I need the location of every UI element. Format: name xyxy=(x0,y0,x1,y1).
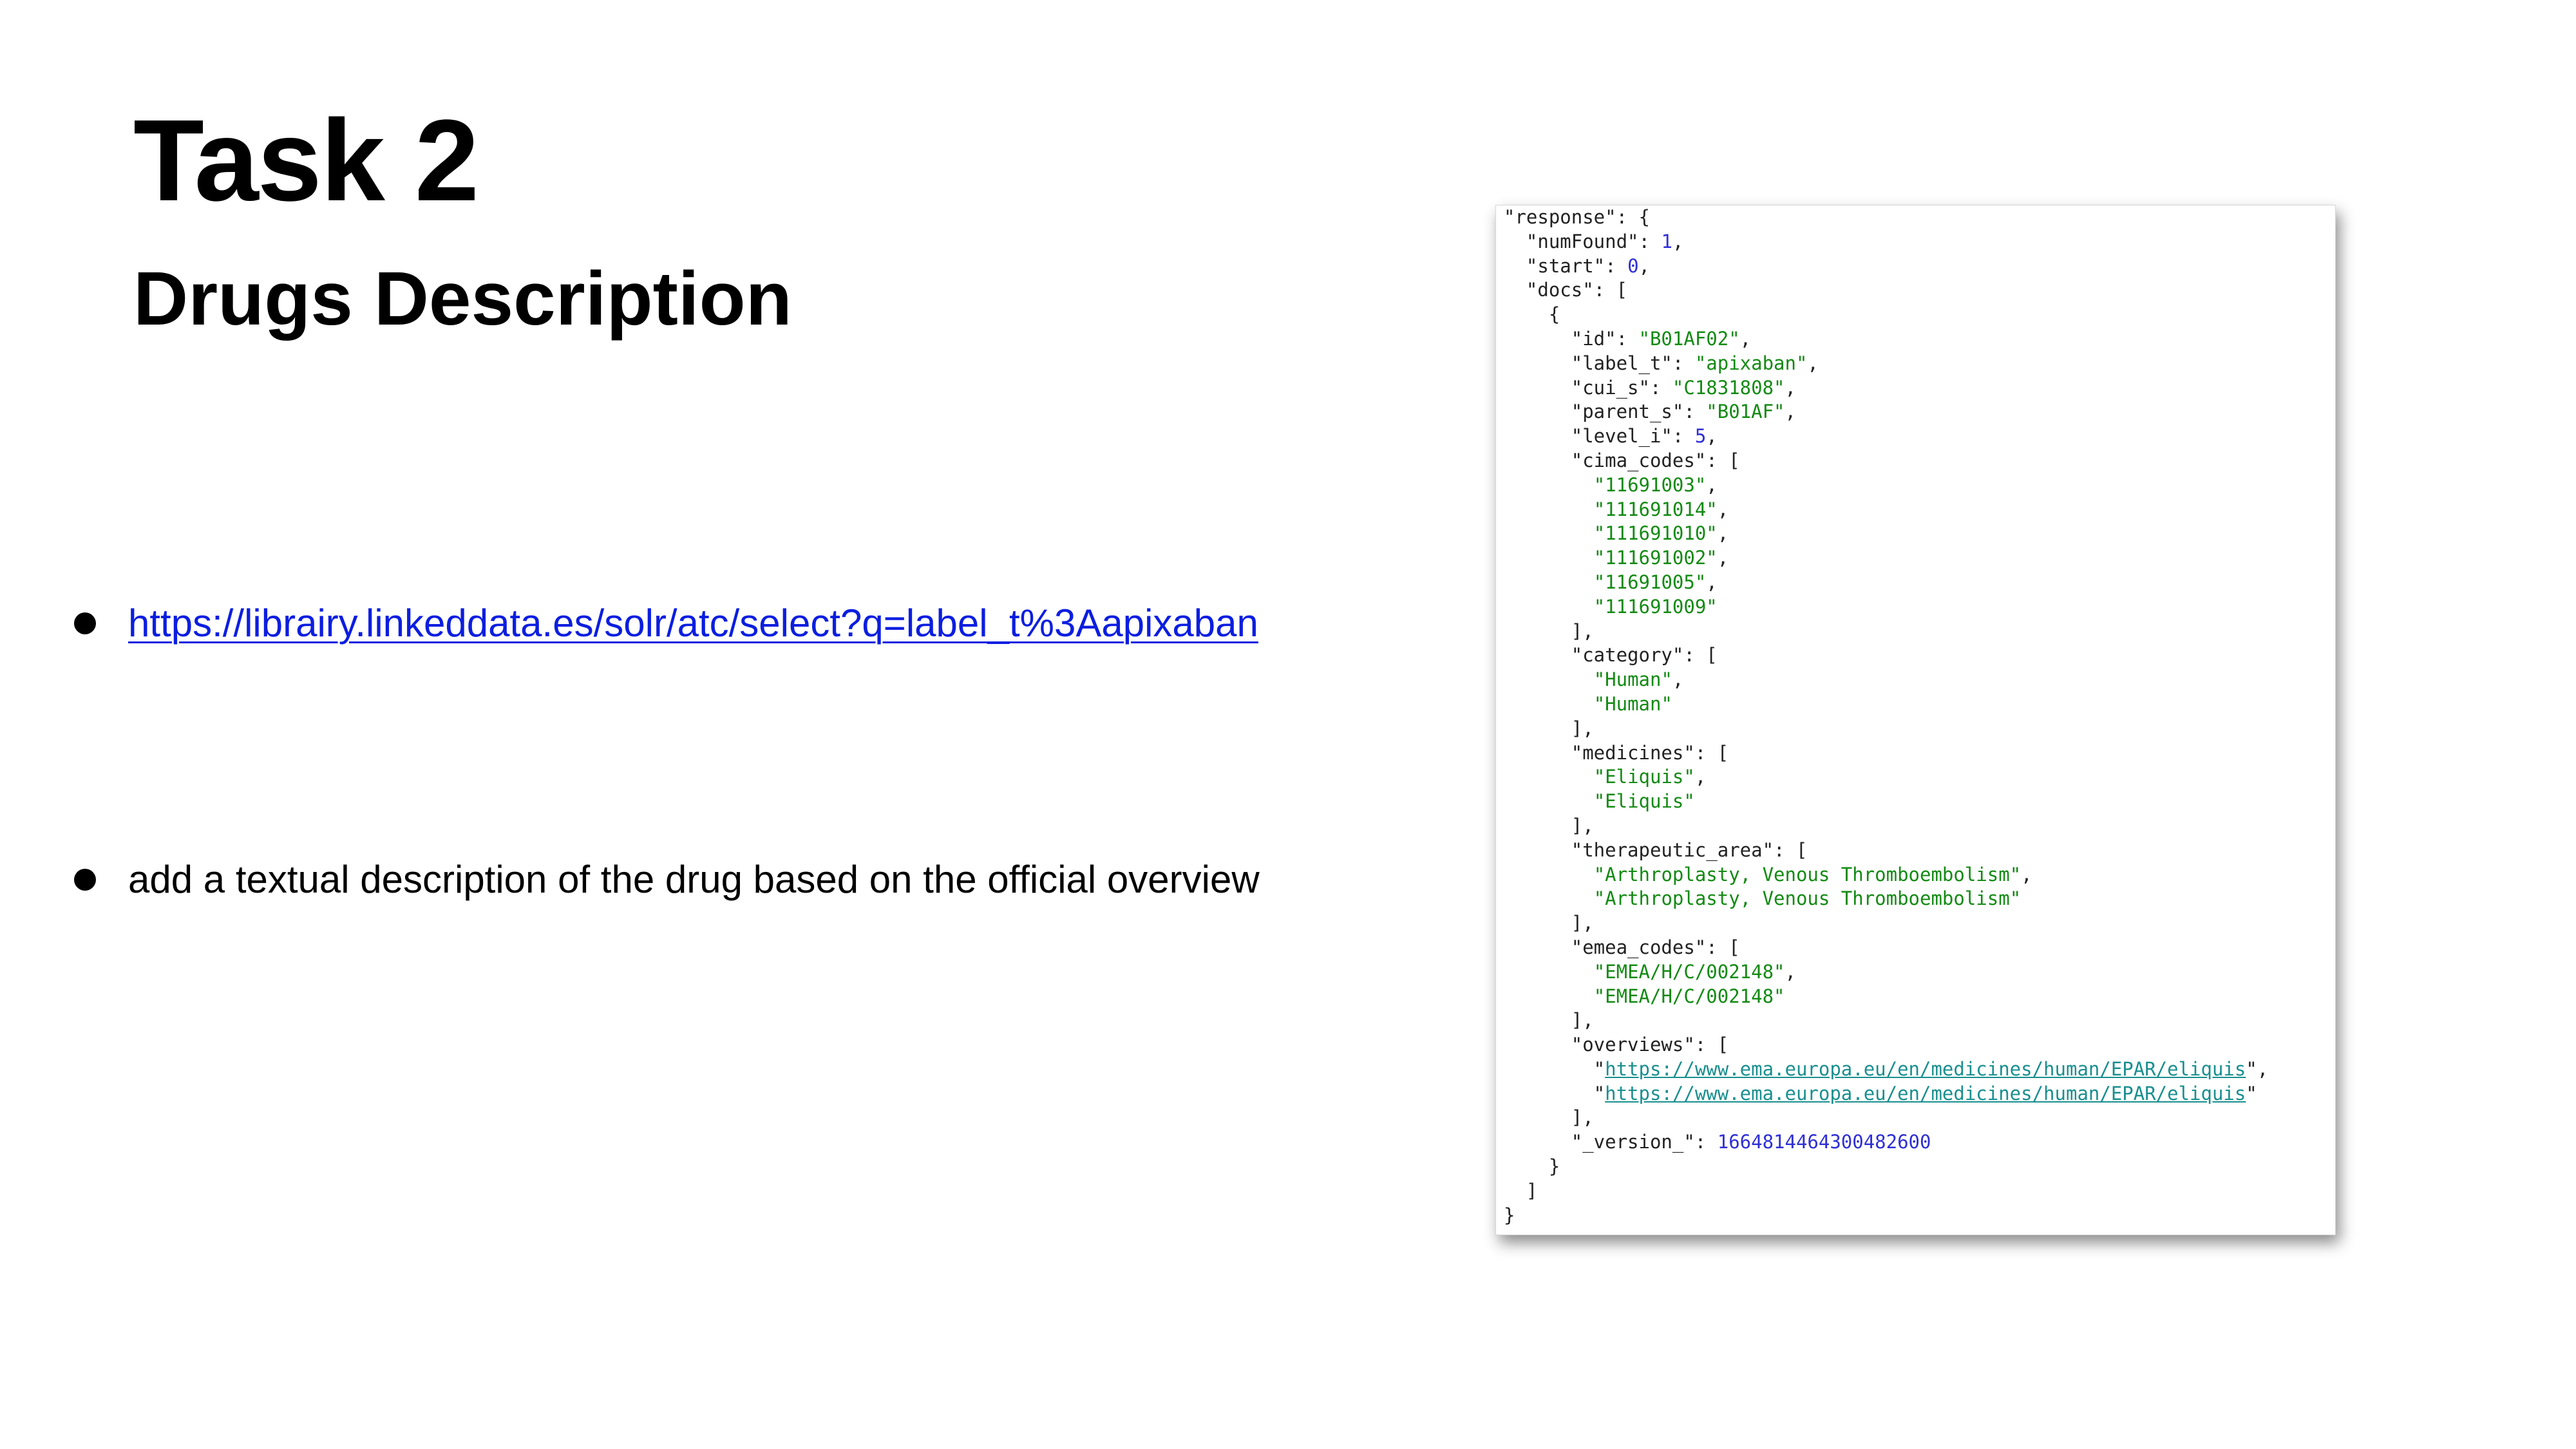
json-cima-code: "111691010" xyxy=(1593,522,1718,545)
json-category-value: "Human" xyxy=(1593,692,1672,715)
json-cima-code: "111691009" xyxy=(1593,595,1718,618)
json-cima-code: "11691005" xyxy=(1593,571,1707,593)
json-medicine-value: "Eliquis" xyxy=(1593,766,1695,788)
json-emea-code: "EMEA/H/C/002148" xyxy=(1593,985,1785,1007)
solr-query-link[interactable]: https://librairy.linkeddata.es/solr/atc/… xyxy=(128,600,1258,647)
slide: Task 2 Drugs Description https://librair… xyxy=(0,0,2576,1449)
json-medicine-value: "Eliquis" xyxy=(1593,790,1695,813)
json-cui-value: "C1831808" xyxy=(1672,376,1785,399)
slide-subtitle: Drugs Description xyxy=(133,256,792,341)
json-parent-value: "B01AF" xyxy=(1706,401,1785,423)
json-therapeutic-area-value: "Arthroplasty, Venous Thromboembolism" xyxy=(1593,863,2022,886)
json-label-value: "apixaban" xyxy=(1694,352,1808,374)
json-therapeutic-area-value: "Arthroplasty, Venous Thromboembolism" xyxy=(1593,887,2022,910)
json-cima-code: "111691014" xyxy=(1593,498,1718,520)
json-code-block: "response": { "numFound": 1, "start": 0,… xyxy=(1504,206,2269,1226)
bullet-dot-icon xyxy=(74,869,96,891)
json-overview-link[interactable]: https://www.ema.europa.eu/en/medicines/h… xyxy=(1605,1083,2246,1104)
json-response-screenshot: "response": { "numFound": 1, "start": 0,… xyxy=(1495,205,2336,1235)
slide-title: Task 2 xyxy=(133,96,479,225)
json-version-value: 1664814464300482600 xyxy=(1717,1131,1931,1153)
json-numfound-value: 1 xyxy=(1661,230,1672,252)
json-cima-code: "111691002" xyxy=(1593,547,1718,569)
json-start-value: 0 xyxy=(1627,254,1639,277)
json-overview-link[interactable]: https://www.ema.europa.eu/en/medicines/h… xyxy=(1605,1058,2246,1080)
json-level-value: 5 xyxy=(1694,425,1707,448)
json-cima-code: "11691003" xyxy=(1593,473,1707,496)
json-emea-code: "EMEA/H/C/002148" xyxy=(1593,960,1785,983)
bullet-item-link: https://librairy.linkeddata.es/solr/atc/… xyxy=(74,600,1258,647)
bullet-item-description: add a textual description of the drug ba… xyxy=(74,857,1260,903)
json-id-value: "B01AF02" xyxy=(1638,327,1740,350)
bullet-dot-icon xyxy=(74,612,96,634)
json-category-value: "Human" xyxy=(1593,668,1672,691)
bullet-text: add a textual description of the drug ba… xyxy=(128,858,1260,901)
